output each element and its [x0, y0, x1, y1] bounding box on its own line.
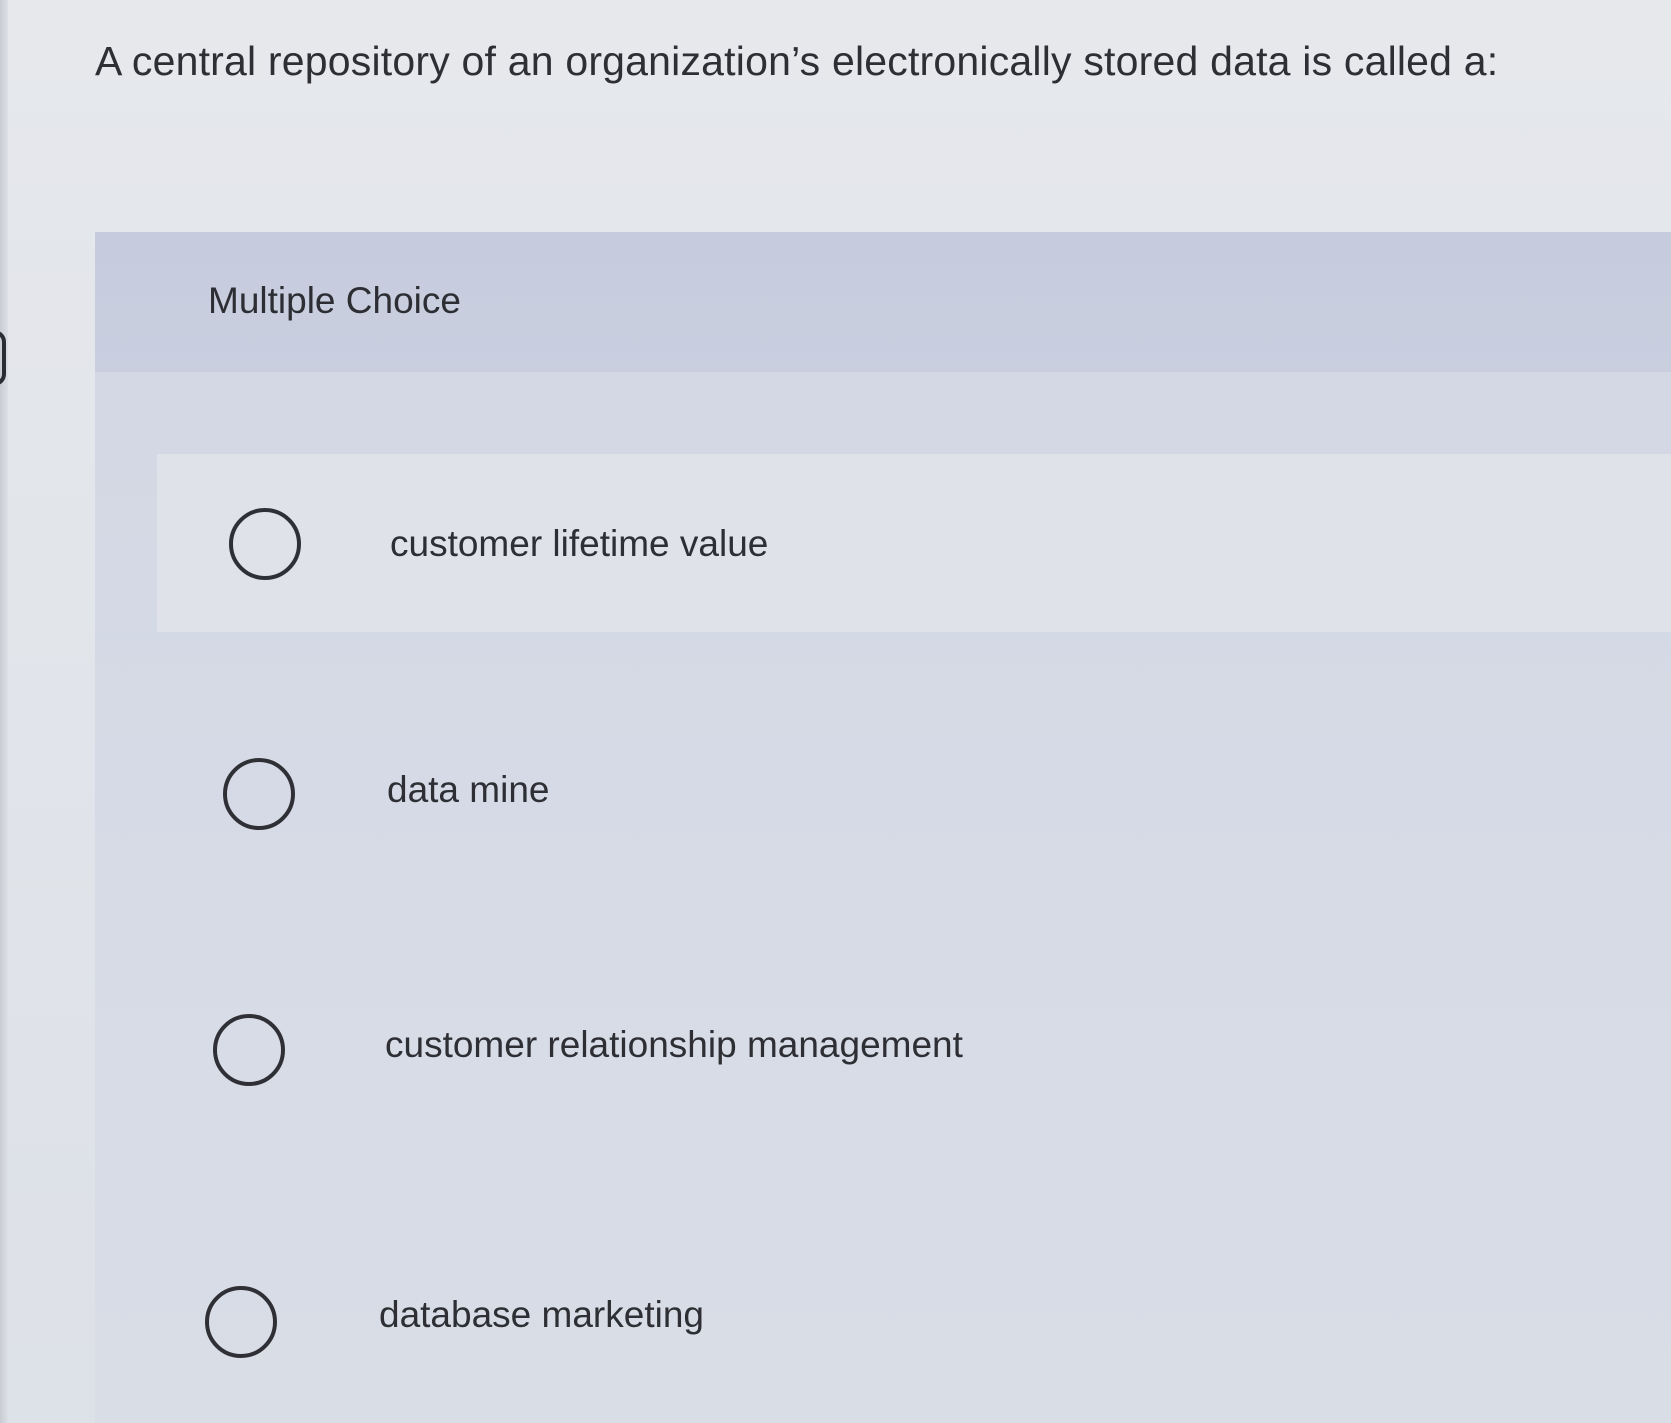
answer-option-3[interactable]: customer relationship management	[145, 958, 1671, 1128]
answer-option-label: database marketing	[379, 1294, 704, 1335]
answer-option-label: customer relationship management	[385, 1024, 963, 1065]
answer-option-4[interactable]: database marketing	[135, 1224, 1671, 1394]
radio-button-1[interactable]	[229, 508, 301, 580]
answer-option-label: customer lifetime value	[390, 523, 769, 564]
multiple-choice-header: Multiple Choice	[95, 232, 1671, 372]
question-text: A central repository of an organization’…	[95, 38, 1499, 84]
answer-option-label: data mine	[387, 769, 550, 810]
answer-option-1[interactable]: customer lifetime value	[157, 454, 1671, 632]
side-tab-handle[interactable]	[0, 330, 6, 386]
multiple-choice-label: Multiple Choice	[208, 280, 461, 321]
radio-button-3[interactable]	[213, 1014, 285, 1086]
window-left-edge	[0, 0, 8, 1423]
answer-option-2[interactable]: data mine	[157, 702, 1671, 872]
radio-button-4[interactable]	[205, 1286, 277, 1358]
answer-options-panel: customer lifetime value data mine custom…	[95, 372, 1671, 1423]
radio-button-2[interactable]	[223, 758, 295, 830]
